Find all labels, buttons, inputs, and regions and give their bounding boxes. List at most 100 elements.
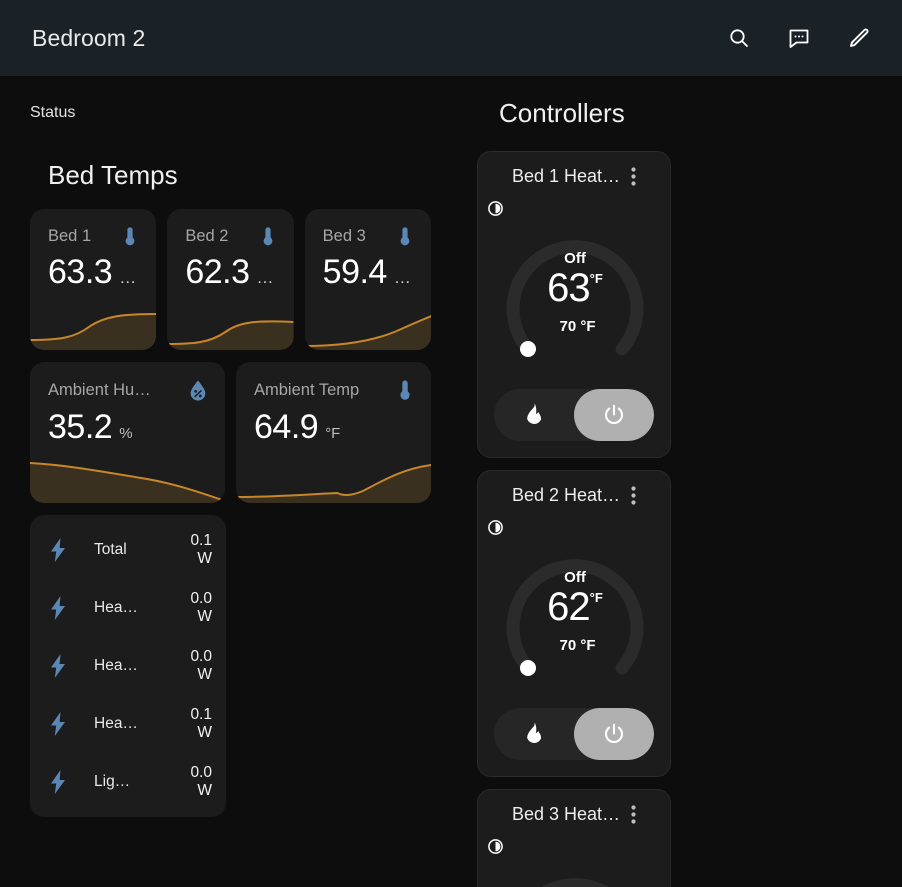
sensor-tile-bed-1[interactable]: Bed 1 63.3 … <box>30 209 157 350</box>
power-row-heater-2[interactable]: Hea… 0.0 W <box>30 637 226 695</box>
controllers-column: Controllers Bed 1 Heat… Off 63 °F 70 °F … <box>455 76 902 887</box>
more-options-icon[interactable] <box>624 167 642 186</box>
thermometer-icon <box>120 225 140 247</box>
status-column: Status Bed Temps Bed 1 63.3 … Bed 2 62.3… <box>0 76 455 887</box>
tile-unit: … <box>256 268 275 287</box>
tile-value-row: 59.4 … <box>323 253 415 292</box>
tile-label: Bed 1 <box>48 226 92 245</box>
power-label: Lig… <box>94 773 131 790</box>
more-options-icon[interactable] <box>624 486 642 505</box>
search-icon[interactable] <box>720 19 758 57</box>
dial-handle <box>520 660 536 676</box>
sensor-tile-ambient-temp[interactable]: Ambient Temp 64.9 °F <box>236 362 431 503</box>
ambient-row: Ambient Hu… 35.2 % Ambient Temp 64.9 °F <box>30 362 431 503</box>
controllers-grid: Bed 1 Heat… Off 63 °F 70 °F Bed 2 Heat… … <box>477 151 872 887</box>
mode-button-heat[interactable] <box>494 708 574 760</box>
tile-value: 35.2 <box>48 408 113 446</box>
edit-icon[interactable] <box>840 19 878 57</box>
thermometer-icon <box>258 225 278 247</box>
power-row-heater-3[interactable]: Hea… 0.1 W <box>30 695 226 753</box>
dashboard-root: Bedroom 2 Status Bed Temps Bed 1 63.3 … … <box>0 0 902 887</box>
lightning-bolt-icon <box>48 769 80 795</box>
sparkline-graph <box>236 447 431 503</box>
sparkline-graph <box>304 294 431 350</box>
power-number: 0.0 <box>190 648 212 666</box>
thermostat-card-bed-3[interactable]: Bed 3 Heat… Off 59 <box>477 789 671 887</box>
tile-header: Bed 3 <box>323 225 415 247</box>
power-row-heater-1[interactable]: Hea… 0.0 W <box>30 579 226 637</box>
power-unit: W <box>197 666 212 683</box>
tile-value-row: 64.9 °F <box>254 408 415 447</box>
power-row-total[interactable]: Total 0.1 W <box>30 521 226 579</box>
controllers-title: Controllers <box>499 98 625 128</box>
hvac-mode-selector <box>494 389 654 441</box>
tile-label: Ambient Temp <box>254 380 360 399</box>
tile-unit: … <box>393 268 412 287</box>
sparkline-graph <box>167 294 294 350</box>
assist-icon[interactable] <box>780 19 818 57</box>
thermometer-icon <box>395 225 415 247</box>
dial-handle <box>520 341 536 357</box>
power-label: Hea… <box>94 715 138 732</box>
sensor-tile-ambient-humidity[interactable]: Ambient Hu… 35.2 % <box>30 362 225 503</box>
thermostat-card-bed-1[interactable]: Bed 1 Heat… Off 63 °F 70 °F <box>477 151 671 458</box>
card-title: Bed 2 Heat… <box>511 485 621 505</box>
dashboard-content: Status Bed Temps Bed 1 63.3 … Bed 2 62.3… <box>0 76 902 887</box>
card-title: Bed 1 Heat… <box>511 166 621 186</box>
power-number: 0.0 <box>190 764 212 782</box>
power-number: 0.0 <box>190 590 212 608</box>
sensor-tile-bed-2[interactable]: Bed 2 62.3 … <box>167 209 294 350</box>
mode-button-off[interactable] <box>574 389 654 441</box>
tile-value: 63.3 <box>48 253 113 291</box>
power-value: 0.1 W <box>178 532 212 568</box>
power-unit: W <box>197 550 212 567</box>
tile-value: 59.4 <box>322 253 388 291</box>
card-header: Bed 2 Heat… <box>488 485 660 506</box>
hvac-mode-selector <box>494 708 654 760</box>
lightning-bolt-icon <box>48 653 80 679</box>
power-value: 0.0 W <box>178 590 212 626</box>
tile-header: Bed 2 <box>185 225 277 247</box>
status-section-label: Status <box>30 104 76 121</box>
page-title: Bedroom 2 <box>32 24 146 51</box>
tile-value-row: 63.3 … <box>48 253 140 292</box>
power-row-light[interactable]: Lig… 0.0 W <box>30 753 226 811</box>
power-number: 0.1 <box>190 706 212 724</box>
tile-unit: % <box>119 425 133 442</box>
temperature-dial[interactable]: Off 63 °F 70 °F <box>488 201 662 377</box>
thermometer-icon <box>395 378 415 402</box>
power-label: Hea… <box>94 599 138 616</box>
top-app-bar: Bedroom 2 <box>0 0 902 76</box>
sensor-tile-bed-3[interactable]: Bed 3 59.4 … <box>304 209 431 350</box>
tile-unit: °F <box>325 425 341 442</box>
temperature-dial[interactable]: Off 62 °F 70 °F <box>488 520 662 696</box>
tile-value: 64.9 <box>254 408 319 446</box>
temperature-dial[interactable]: Off 59 °F 70 °F <box>488 839 662 887</box>
more-options-icon[interactable] <box>624 805 642 824</box>
card-title: Bed 3 Heat… <box>511 804 621 824</box>
card-header: Bed 1 Heat… <box>488 166 660 187</box>
tile-label: Bed 2 <box>185 226 229 245</box>
thermostat-card-bed-2[interactable]: Bed 2 Heat… Off 62 °F 70 °F <box>477 470 671 777</box>
tile-label: Ambient Hu… <box>48 380 151 399</box>
tile-value-row: 35.2 % <box>48 408 209 447</box>
power-unit: W <box>197 724 212 741</box>
tile-header: Ambient Temp <box>254 378 415 402</box>
lightning-bolt-icon <box>48 595 80 621</box>
power-value: 0.0 W <box>178 764 212 800</box>
mode-button-heat[interactable] <box>494 389 574 441</box>
power-label: Total <box>94 541 127 558</box>
lightning-bolt-icon <box>48 711 80 737</box>
tile-header: Ambient Hu… <box>48 378 209 402</box>
power-value: 0.1 W <box>178 706 212 742</box>
bed-temps-row: Bed 1 63.3 … Bed 2 62.3 … Bed 3 59.4 … <box>30 209 431 350</box>
power-number: 0.1 <box>190 532 212 550</box>
card-header: Bed 3 Heat… <box>488 804 660 825</box>
humidity-icon <box>187 378 209 402</box>
tile-value: 62.3 <box>185 253 250 291</box>
bed-temps-title: Bed Temps <box>48 160 178 190</box>
lightning-bolt-icon <box>48 537 80 563</box>
sparkline-graph <box>30 447 225 503</box>
mode-button-off[interactable] <box>574 708 654 760</box>
toolbar-actions <box>720 19 878 57</box>
